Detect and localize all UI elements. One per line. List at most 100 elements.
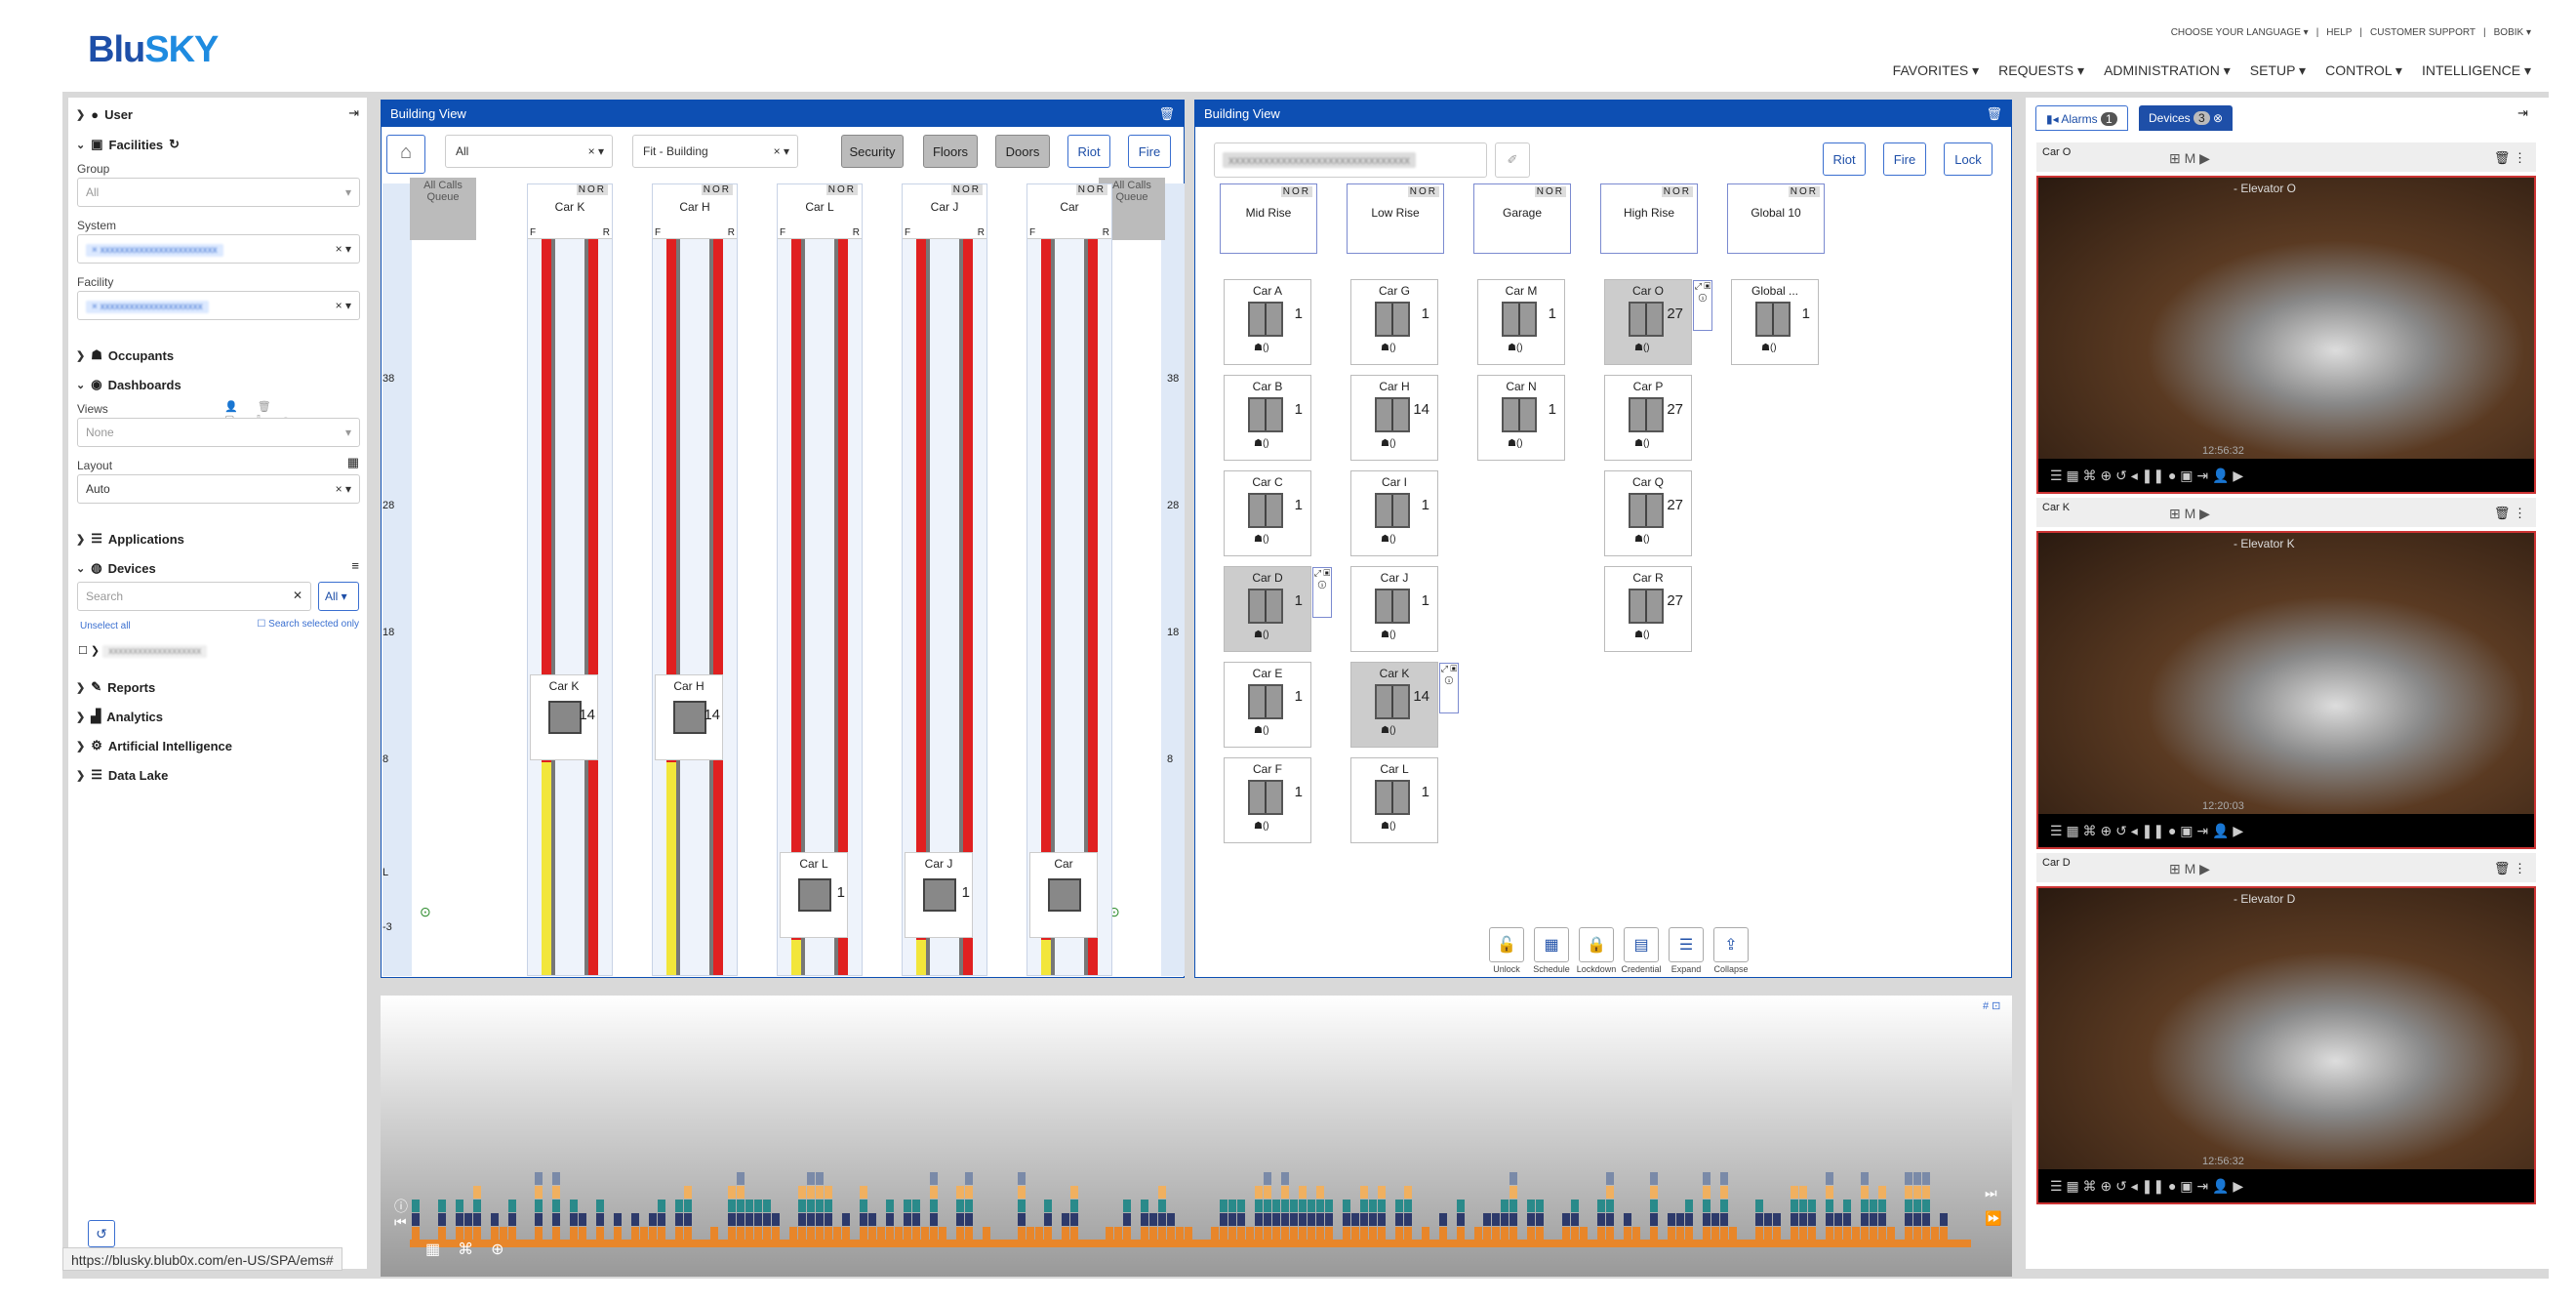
- timeline-call-block[interactable]: [1870, 1213, 1877, 1226]
- timeline-call-block[interactable]: [1624, 1227, 1631, 1240]
- timeline-call-block[interactable]: [1799, 1213, 1807, 1226]
- timeline-call-block[interactable]: [1035, 1227, 1043, 1240]
- section-facilities[interactable]: ⌄ ▣ Facilities ↻: [76, 137, 180, 152]
- timeline-call-block[interactable]: [728, 1186, 736, 1199]
- timeline-call-block[interactable]: [535, 1213, 543, 1226]
- car-tile[interactable]: Car Q 27 ☗(): [1604, 470, 1692, 556]
- timeline-call-block[interactable]: [1404, 1200, 1412, 1212]
- system-select[interactable]: × xxxxxxxxxxxxxxxxxxxxxxxx × ▾: [77, 234, 360, 264]
- timeline-call-block[interactable]: [1720, 1213, 1728, 1226]
- timeline-call-block[interactable]: [807, 1200, 815, 1212]
- tool-unlock-button[interactable]: 🔓: [1489, 927, 1524, 962]
- timeline-call-block[interactable]: [535, 1186, 543, 1199]
- timeline-call-block[interactable]: [1922, 1172, 1930, 1185]
- timeline-call-block[interactable]: [535, 1172, 543, 1185]
- timeline-call-block[interactable]: [1378, 1186, 1386, 1199]
- all-calls-queue-left[interactable]: All Calls Queue: [410, 178, 476, 240]
- car-tile[interactable]: Car B 1 ☗(): [1224, 375, 1311, 461]
- timeline-call-block[interactable]: [1299, 1227, 1307, 1240]
- timeline-call-block[interactable]: [1703, 1227, 1711, 1240]
- timeline-call-block[interactable]: [1018, 1227, 1026, 1240]
- timeline-call-block[interactable]: [816, 1200, 824, 1212]
- timeline-call-block[interactable]: [1509, 1172, 1517, 1185]
- timeline-call-block[interactable]: [1922, 1213, 1930, 1226]
- camera-mode-icons[interactable]: ⊞ M ▶: [2169, 506, 2210, 522]
- car-tile[interactable]: Car C 1 ☗(): [1224, 470, 1311, 556]
- timeline-call-block[interactable]: [1439, 1213, 1447, 1226]
- timeline-call-block[interactable]: [737, 1186, 745, 1199]
- timeline-call-block[interactable]: [1606, 1227, 1614, 1240]
- timeline-call-block[interactable]: [658, 1227, 665, 1240]
- timeline-call-block[interactable]: [1070, 1186, 1078, 1199]
- timeline-call-block[interactable]: [675, 1200, 683, 1212]
- timeline-call-block[interactable]: [860, 1213, 867, 1226]
- car-tile[interactable]: Car D 1 ☗() ⤢ ▣ ⓘ: [1224, 566, 1332, 652]
- timeline-call-block[interactable]: [508, 1213, 516, 1226]
- timeline-call-block[interactable]: [1255, 1200, 1263, 1212]
- timeline-call-block[interactable]: [1395, 1227, 1403, 1240]
- timeline-call-block[interactable]: [1597, 1213, 1605, 1226]
- device-search-input[interactable]: Search ✕: [77, 582, 311, 611]
- timeline-call-block[interactable]: [1343, 1227, 1350, 1240]
- timeline-call-block[interactable]: [658, 1200, 665, 1212]
- timeline-call-block[interactable]: [1536, 1200, 1544, 1212]
- timeline-call-block[interactable]: [1527, 1213, 1535, 1226]
- timeline-call-block[interactable]: [570, 1213, 578, 1226]
- timeline-call-block[interactable]: [1220, 1213, 1228, 1226]
- timeline-call-block[interactable]: [1791, 1200, 1798, 1212]
- timeline-call-block[interactable]: [807, 1213, 815, 1226]
- timeline-call-block[interactable]: [842, 1227, 850, 1240]
- fast-forward-icon[interactable]: ⏩: [1985, 1210, 2001, 1227]
- tool-expand-button[interactable]: ☰: [1669, 927, 1704, 962]
- zone-tile[interactable]: NOR Global 10: [1727, 183, 1825, 254]
- elevator-car[interactable]: Car J 1: [905, 852, 973, 938]
- timeline-call-block[interactable]: [1158, 1186, 1166, 1199]
- support-link[interactable]: CUSTOMER SUPPORT: [2370, 27, 2475, 38]
- timeline-call-block[interactable]: [1272, 1200, 1280, 1212]
- timeline-call-block[interactable]: [1913, 1213, 1921, 1226]
- timeline-call-block[interactable]: [1606, 1213, 1614, 1226]
- timeline-call-block[interactable]: [1316, 1186, 1324, 1199]
- timeline-call-block[interactable]: [614, 1227, 622, 1240]
- timeline-call-block[interactable]: [745, 1213, 753, 1226]
- timeline-call-block[interactable]: [1062, 1213, 1069, 1226]
- timeline-call-block[interactable]: [1158, 1227, 1166, 1240]
- timeline-call-block[interactable]: [1360, 1200, 1368, 1212]
- timeline-call-block[interactable]: [1791, 1227, 1798, 1240]
- timeline-call-block[interactable]: [1255, 1213, 1263, 1226]
- elevator-car[interactable]: Car L 1: [780, 852, 848, 938]
- timeline-call-block[interactable]: [1720, 1172, 1728, 1185]
- timeline-call-block[interactable]: [1878, 1213, 1886, 1226]
- timeline-call-block[interactable]: [1290, 1213, 1298, 1226]
- help-link[interactable]: HELP: [2326, 27, 2352, 38]
- car-actions[interactable]: ⤢ ▣ ⓘ: [1312, 567, 1332, 618]
- timeline-call-block[interactable]: [1474, 1227, 1482, 1240]
- timeline-call-block[interactable]: [1264, 1186, 1271, 1199]
- timeline-call-block[interactable]: [684, 1227, 692, 1240]
- riot-button-2[interactable]: Riot: [1823, 142, 1866, 176]
- timeline-call-block[interactable]: [1343, 1213, 1350, 1226]
- timeline-call-block[interactable]: [1843, 1227, 1851, 1240]
- timeline-call-block[interactable]: [807, 1172, 815, 1185]
- timeline-call-block[interactable]: [684, 1200, 692, 1212]
- timeline-call-block[interactable]: [1922, 1227, 1930, 1240]
- timeline-call-block[interactable]: [1316, 1200, 1324, 1212]
- timeline-call-block[interactable]: [1527, 1227, 1535, 1240]
- timeline-call-block[interactable]: [1676, 1213, 1684, 1226]
- timeline-call-block[interactable]: [473, 1186, 481, 1199]
- delete-icon[interactable]: 🗑 ⋮: [2494, 150, 2526, 166]
- section-devices[interactable]: ⌄ ◍ Devices: [76, 560, 156, 576]
- camera-feed[interactable]: - Elevator K 12:20:03 ☰ ▦ ⌘ ⊕ ↺ ◂ ❚❚ ● ▣ ⇥…: [2036, 531, 2536, 849]
- timeline-call-block[interactable]: [456, 1213, 463, 1226]
- timeline-call-block[interactable]: [745, 1200, 753, 1212]
- timeline-call-block[interactable]: [886, 1200, 894, 1212]
- timeline-call-block[interactable]: [1905, 1213, 1912, 1226]
- timeline-call-block[interactable]: [983, 1227, 990, 1240]
- timeline-call-block[interactable]: [1913, 1200, 1921, 1212]
- timeline-call-block[interactable]: [1281, 1186, 1289, 1199]
- car-tile[interactable]: Car O 27 ☗() ⤢ ▣ ⓘ: [1604, 279, 1712, 365]
- timeline-call-block[interactable]: [1369, 1213, 1377, 1226]
- timeline-call-block[interactable]: [1158, 1213, 1166, 1226]
- timeline-call-block[interactable]: [1711, 1213, 1719, 1226]
- timeline-call-block[interactable]: [1360, 1227, 1368, 1240]
